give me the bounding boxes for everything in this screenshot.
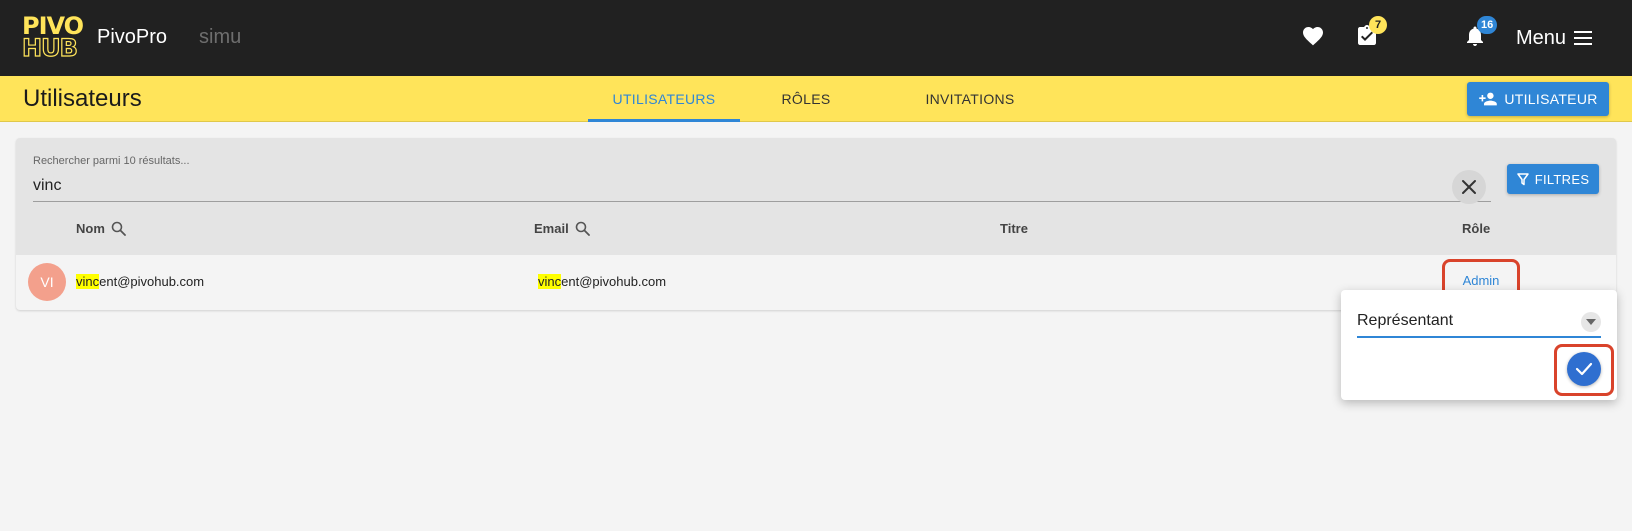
hamburger-icon xyxy=(1574,31,1593,45)
tab-roles[interactable]: RÔLES xyxy=(762,76,850,122)
app-name[interactable]: PivoPro xyxy=(97,26,167,49)
page-header: Utilisateurs UTILISATEURS RÔLES INVITATI… xyxy=(0,76,1632,122)
filter-icon xyxy=(1516,172,1529,185)
search-input[interactable] xyxy=(33,174,1433,198)
avatar: VI xyxy=(28,263,66,301)
check-icon xyxy=(1575,362,1593,376)
user-email-rest: ent@pivohub.com xyxy=(561,274,667,289)
environment-label: simu xyxy=(199,26,242,48)
menu-label: Menu xyxy=(1516,26,1567,49)
user-email-cell: vincent@pivohub.com xyxy=(538,274,666,289)
tasks-count-badge: 7 xyxy=(1369,16,1387,34)
filters-button[interactable]: FILTRES xyxy=(1507,164,1599,194)
search-highlight: vinc xyxy=(538,274,562,289)
role-select-underline xyxy=(1357,336,1601,338)
tab-invitations[interactable]: INVITATIONS xyxy=(915,76,1025,122)
main-menu-button[interactable]: Menu xyxy=(1516,24,1593,52)
top-navigation-bar: PIVO HUB PivoPro simu 7 16 Menu xyxy=(0,0,1632,76)
role-label: Admin xyxy=(1462,272,1500,288)
chevron-down-icon xyxy=(1586,319,1596,325)
column-header-label: Titre xyxy=(1000,221,1028,236)
favorites-button[interactable] xyxy=(1301,24,1329,52)
column-header-nom[interactable]: Nom xyxy=(76,221,126,236)
column-header-label: Rôle xyxy=(1462,221,1491,236)
add-user-label: UTILISATEUR xyxy=(1504,91,1598,107)
column-header-email[interactable]: Email xyxy=(534,221,590,236)
clear-search-button[interactable] xyxy=(1452,170,1486,204)
user-name-cell: vincent@pivohub.com xyxy=(76,274,204,289)
search-icon[interactable] xyxy=(111,221,126,236)
logo-line-2: HUB xyxy=(21,34,78,62)
column-header-label: Nom xyxy=(76,221,105,236)
column-header-label: Email xyxy=(534,221,569,236)
confirm-role-button[interactable] xyxy=(1567,352,1601,386)
pivohub-logo[interactable]: PIVO HUB xyxy=(21,14,84,62)
role-select-dropdown[interactable] xyxy=(1581,312,1601,332)
notifications-button[interactable]: 16 xyxy=(1463,16,1498,52)
search-label: Rechercher parmi 10 résultats... xyxy=(33,155,190,167)
person-add-icon xyxy=(1479,92,1498,106)
page-title: Utilisateurs xyxy=(23,85,142,112)
search-underline xyxy=(33,201,1491,202)
user-name-rest: ent@pivohub.com xyxy=(99,274,205,289)
filters-label: FILTRES xyxy=(1534,171,1590,187)
search-icon[interactable] xyxy=(575,221,590,236)
close-icon xyxy=(1462,180,1476,194)
tab-utilisateurs[interactable]: UTILISATEURS xyxy=(588,76,740,122)
add-user-button[interactable]: UTILISATEUR xyxy=(1467,82,1609,116)
role-select[interactable]: Représentant xyxy=(1357,312,1453,330)
tasks-button[interactable]: 7 xyxy=(1355,16,1387,52)
heart-icon xyxy=(1303,27,1323,46)
column-header-role: Rôle xyxy=(1462,221,1490,236)
column-header-titre: Titre xyxy=(1000,221,1028,236)
search-highlight: vinc xyxy=(76,274,100,289)
notifications-count-badge: 16 xyxy=(1477,16,1498,34)
